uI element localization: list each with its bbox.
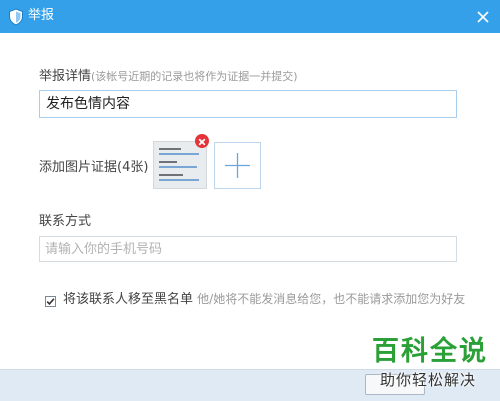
blacklist-label: 将该联系人移至黑名单	[63, 292, 194, 307]
watermark: 百科全说 助你轻松解决	[366, 336, 496, 394]
report-details-heading: 举报详情(该帐号近期的记录也将作为证据一并提交)	[39, 69, 298, 85]
window-title: 举报	[28, 8, 55, 23]
watermark-title: 百科全说	[372, 336, 488, 367]
phone-input[interactable]	[39, 236, 457, 262]
report-details-hint: (该帐号近期的记录也将作为证据一并提交)	[91, 70, 298, 83]
image-evidence-label: 添加图片证据(4张)	[39, 160, 149, 175]
blacklist-note: 他/她将不能发消息给您，也不能请求添加您为好友	[197, 292, 466, 306]
watermark-subtitle: 助你轻松解决	[380, 371, 477, 389]
contact-label: 联系方式	[39, 214, 92, 229]
shield-icon	[8, 8, 24, 26]
add-image-button[interactable]	[214, 142, 261, 189]
report-dialog: 举报 举报详情(该帐号近期的记录也将作为证据一并提交) 发布色情内容 添加图片证…	[0, 0, 500, 401]
report-reason-field[interactable]: 发布色情内容	[39, 90, 457, 118]
close-icon[interactable]	[474, 8, 492, 26]
report-details-label: 举报详情	[39, 69, 92, 84]
remove-icon[interactable]	[195, 134, 209, 148]
plus-icon	[215, 143, 260, 192]
title-bar[interactable]: 举报	[0, 0, 500, 33]
blacklist-text: 将该联系人移至黑名单 他/她将不能发消息给您，也不能请求添加您为好友	[63, 291, 465, 308]
blacklist-checkbox[interactable]	[45, 292, 56, 307]
